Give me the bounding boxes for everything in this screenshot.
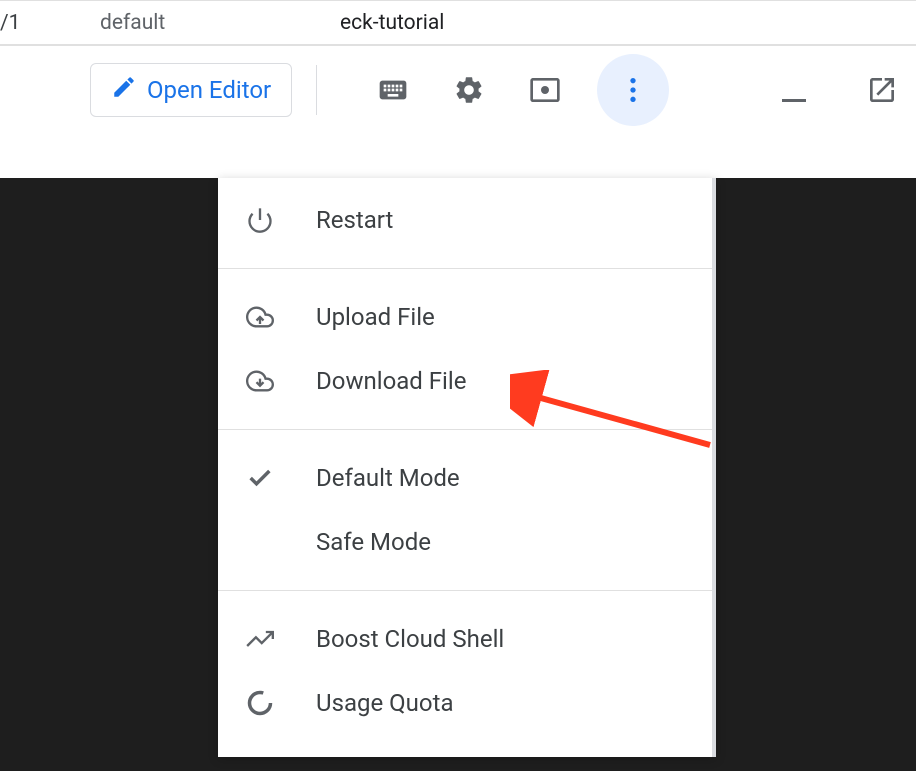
gear-icon[interactable] — [445, 66, 493, 114]
menu-item-restart[interactable]: Restart — [218, 188, 716, 252]
row-namespace: default — [100, 11, 340, 35]
menu-item-label: Restart — [316, 206, 393, 234]
menu-divider — [218, 268, 716, 269]
menu-item-label: Upload File — [316, 303, 435, 331]
pencil-icon — [111, 74, 137, 106]
open-editor-label: Open Editor — [147, 76, 271, 104]
more-menu-icon[interactable] — [597, 54, 669, 126]
cloud-upload-icon — [246, 303, 286, 331]
minimize-icon — [782, 99, 806, 102]
row-name: eck-tutorial — [340, 11, 444, 35]
menu-item-label: Default Mode — [316, 464, 460, 492]
cloud-shell-toolbar: Open Editor — [0, 46, 916, 134]
open-editor-button[interactable]: Open Editor — [90, 63, 292, 117]
table-row[interactable]: /1 default eck-tutorial — [0, 0, 916, 45]
menu-item-label: Boost Cloud Shell — [316, 625, 504, 653]
toolbar-divider — [316, 65, 317, 115]
toolbar-right-group — [770, 66, 906, 114]
menu-item-usage[interactable]: Usage Quota — [218, 671, 716, 735]
open-new-window-button[interactable] — [858, 66, 906, 114]
trending-up-icon — [246, 625, 286, 653]
minimize-button[interactable] — [770, 66, 818, 114]
menu-item-download[interactable]: Download File — [218, 349, 716, 413]
scrollbar[interactable] — [712, 178, 716, 757]
preview-icon[interactable] — [521, 66, 569, 114]
row-id: /1 — [0, 11, 100, 35]
toolbar-icon-group — [369, 54, 669, 126]
keyboard-icon[interactable] — [369, 66, 417, 114]
power-icon — [246, 206, 286, 234]
cloud-download-icon — [246, 367, 286, 395]
menu-item-label: Safe Mode — [316, 528, 431, 556]
menu-item-default-mode[interactable]: Default Mode — [218, 446, 716, 510]
checkmark-icon — [246, 464, 286, 492]
open-in-new-icon — [866, 74, 898, 106]
more-dropdown-menu: Restart Upload File Download File Defaul… — [218, 178, 716, 757]
usage-quota-icon — [246, 689, 286, 717]
menu-divider — [218, 429, 716, 430]
toolbar-wrap: Open Editor — [0, 45, 916, 134]
menu-divider — [218, 590, 716, 591]
menu-item-label: Download File — [316, 367, 466, 395]
menu-item-label: Usage Quota — [316, 689, 454, 717]
menu-item-boost[interactable]: Boost Cloud Shell — [218, 607, 716, 671]
menu-item-upload[interactable]: Upload File — [218, 285, 716, 349]
menu-item-safe-mode[interactable]: Safe Mode — [218, 510, 716, 574]
